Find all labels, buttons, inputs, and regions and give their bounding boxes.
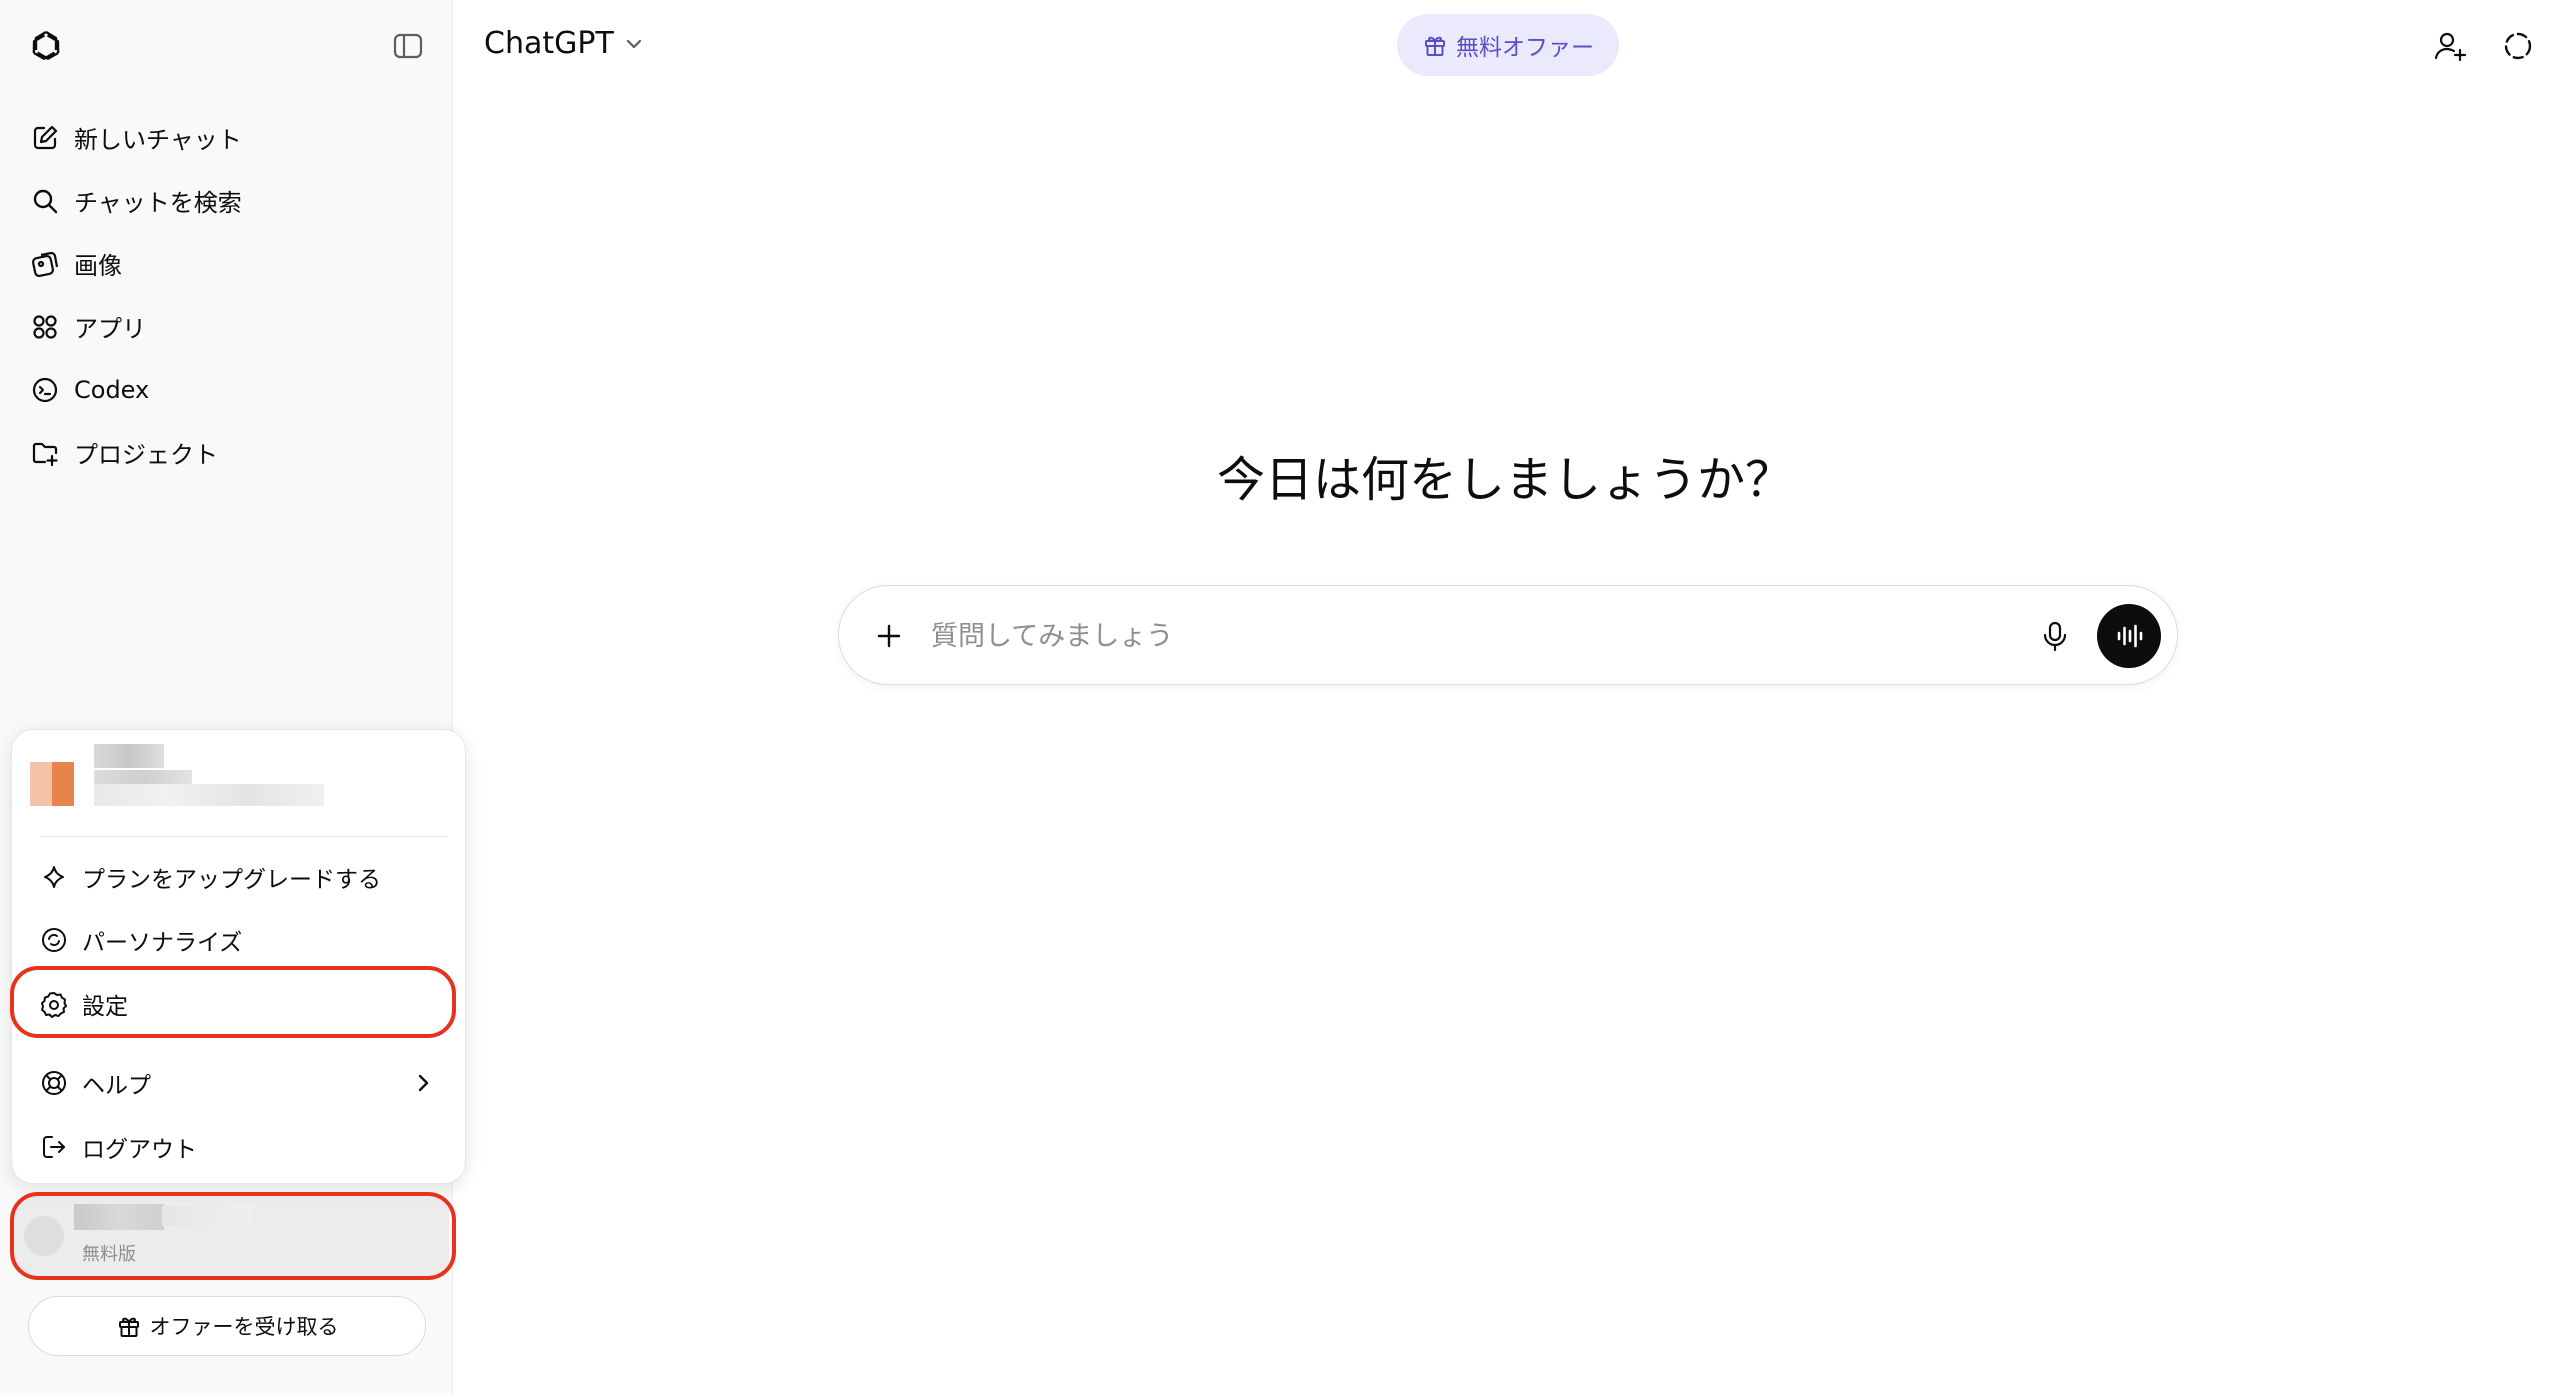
sidebar-item-label: チャットを検索 [74, 189, 242, 217]
sidebar-item-images[interactable]: 画像 [0, 232, 453, 295]
avatar [30, 762, 74, 806]
plus-icon[interactable] [869, 616, 909, 656]
apps-icon [30, 312, 60, 342]
sparkle-icon [40, 863, 68, 891]
user-account-highlight [10, 1192, 456, 1280]
sidebar-item-codex[interactable]: Codex [0, 358, 453, 421]
personalize-icon [40, 926, 68, 954]
logout-icon [40, 1133, 68, 1161]
microphone-icon[interactable] [2035, 616, 2075, 656]
sidebar-item-projects[interactable]: プロジェクト [0, 421, 453, 484]
openai-logo-icon[interactable] [26, 26, 66, 66]
sidebar-nav: 新しいチャット チャットを検索 画像 アプリ Codex プロジェクト [0, 106, 453, 484]
image-icon [30, 249, 60, 279]
menu-divider [40, 836, 448, 837]
sidebar-toggle-icon[interactable] [392, 30, 424, 62]
sidebar-item-label: プロジェクト [74, 441, 218, 469]
menu-item-label: パーソナライズ [82, 930, 243, 956]
add-person-icon[interactable] [2432, 28, 2468, 64]
sidebar-item-search[interactable]: チャットを検索 [0, 169, 453, 232]
menu-item-help[interactable]: ヘルプ [12, 1054, 465, 1112]
sidebar: 新しいチャット チャットを検索 画像 アプリ Codex プロジェクト 無料版 … [0, 0, 453, 1395]
claim-offer-label: オファーを受け取る [149, 1315, 339, 1339]
temporary-chat-icon[interactable] [2500, 28, 2536, 64]
menu-item-label: ログアウト [82, 1137, 197, 1163]
sidebar-item-new-chat[interactable]: 新しいチャット [0, 106, 453, 169]
menu-item-personalize[interactable]: パーソナライズ [12, 911, 465, 969]
folder-plus-icon [30, 438, 60, 468]
composer [838, 585, 2178, 685]
page-title: 今日は何をしましょうか？ [1216, 452, 1793, 508]
chevron-down-icon [622, 32, 646, 56]
model-selector[interactable]: ChatGPT [484, 26, 646, 61]
new-chat-icon [30, 123, 60, 153]
gift-icon [1422, 32, 1448, 58]
free-offer-button[interactable]: 無料オファー [1397, 14, 1619, 76]
menu-item-label: ヘルプ [82, 1073, 151, 1099]
menu-item-upgrade-plan[interactable]: プランをアップグレードする [12, 848, 465, 906]
claim-offer-button[interactable]: オファーを受け取る [28, 1296, 426, 1356]
free-offer-label: 無料オファー [1456, 35, 1594, 61]
search-icon [30, 186, 60, 216]
gift-icon [116, 1313, 142, 1339]
account-name-redacted [94, 744, 164, 768]
voice-mode-button[interactable] [2097, 604, 2161, 668]
menu-item-label: プランをアップグレードする [82, 867, 381, 893]
sidebar-item-apps[interactable]: アプリ [0, 295, 453, 358]
settings-highlight [10, 966, 456, 1038]
sidebar-item-label: 画像 [74, 252, 122, 280]
account-email-redacted [94, 784, 324, 806]
account-menu: プランをアップグレードする パーソナライズ 設定 ヘルプ ログアウト [11, 729, 466, 1184]
sidebar-item-label: アプリ [74, 315, 146, 343]
codex-icon [30, 375, 60, 405]
sidebar-item-label: 新しいチャット [74, 126, 242, 154]
menu-item-logout[interactable]: ログアウト [12, 1118, 465, 1176]
prompt-input[interactable] [931, 610, 1931, 662]
model-name: ChatGPT [484, 26, 614, 61]
chevron-right-icon [411, 1071, 435, 1095]
lifebuoy-icon [40, 1069, 68, 1097]
waveform-icon [2117, 624, 2143, 648]
sidebar-item-label: Codex [74, 375, 150, 404]
